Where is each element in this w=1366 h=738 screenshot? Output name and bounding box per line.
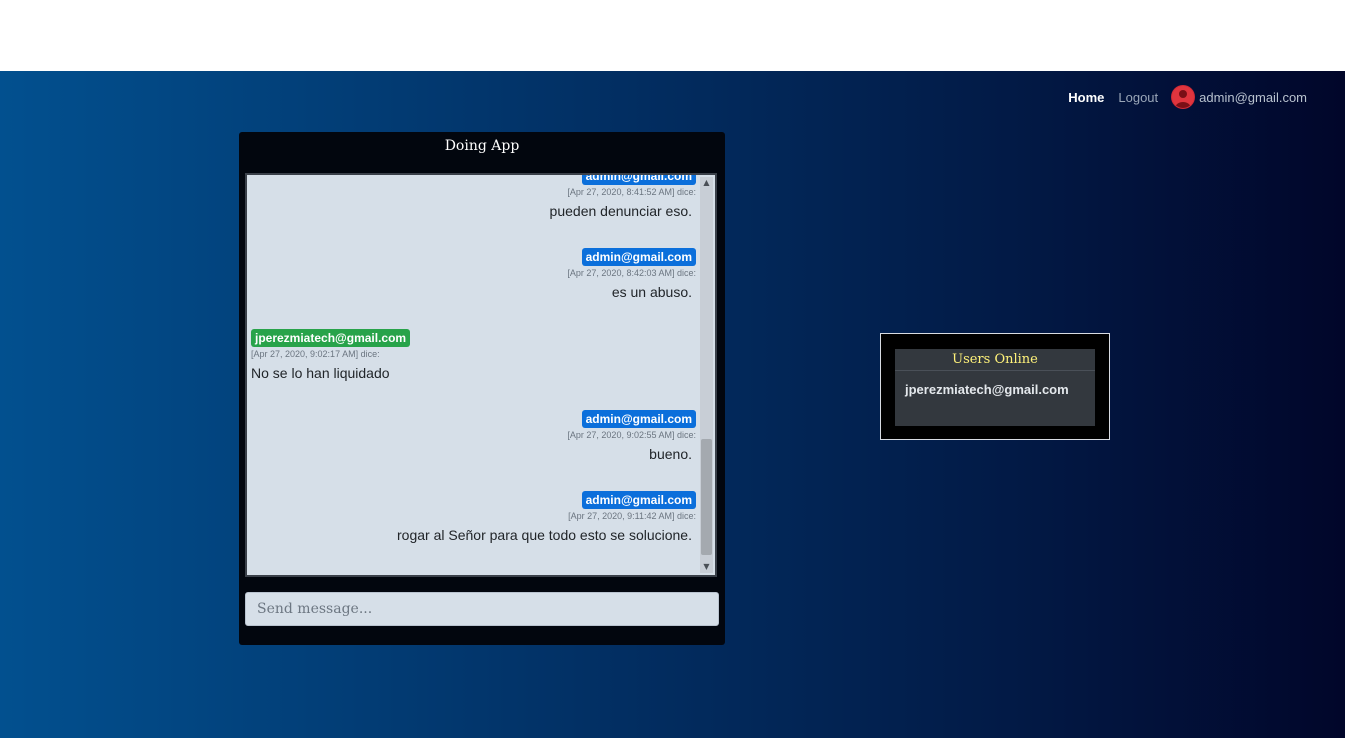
- nav-logout-link[interactable]: Logout: [1118, 90, 1158, 105]
- user-avatar-icon: [1172, 86, 1195, 108]
- message-timestamp: [Apr 27, 2020, 8:42:03 AM] dice:: [567, 268, 696, 278]
- nav-home-link[interactable]: Home: [1068, 90, 1104, 105]
- online-user-item: jperezmiatech@gmail.com: [905, 382, 1069, 397]
- top-nav: Home Logout admin@gmail.com: [1068, 86, 1307, 108]
- nav-user[interactable]: admin@gmail.com: [1172, 86, 1307, 108]
- message-text: es un abuso.: [611, 284, 692, 300]
- users-online-list: Users Online jperezmiatech@gmail.com: [895, 349, 1095, 426]
- message-timestamp: [Apr 27, 2020, 8:41:52 AM] dice:: [567, 187, 696, 197]
- message-text: bueno.: [649, 446, 692, 462]
- message-item: admin@gmail.com [Apr 27, 2020, 8:42:03 A…: [247, 248, 700, 329]
- message-item: admin@gmail.com [Apr 27, 2020, 9:11:42 A…: [247, 491, 700, 572]
- message-user-badge: admin@gmail.com: [581, 175, 696, 185]
- message-text: No se lo han liquidado: [251, 365, 390, 381]
- message-timestamp: [Apr 27, 2020, 9:02:17 AM] dice:: [251, 349, 380, 359]
- users-online-title: Users Online: [895, 349, 1095, 371]
- main-background: Home Logout admin@gmail.com Doing App ad…: [0, 71, 1345, 738]
- message-timestamp: [Apr 27, 2020, 9:11:42 AM] dice:: [568, 511, 696, 521]
- scroll-thumb[interactable]: [701, 439, 712, 555]
- message-stream: admin@gmail.com [Apr 27, 2020, 8:41:52 A…: [247, 175, 700, 572]
- message-text: pueden denunciar eso.: [549, 203, 692, 219]
- chat-title: Doing App: [444, 138, 520, 154]
- scroll-down-arrow-icon[interactable]: ▼: [700, 561, 713, 573]
- message-user-badge: jperezmiatech@gmail.com: [251, 329, 411, 347]
- send-message-input[interactable]: [245, 592, 719, 626]
- message-scrollbar[interactable]: ▲ ▼: [700, 177, 713, 573]
- message-item: jperezmiatech@gmail.com [Apr 27, 2020, 9…: [247, 329, 700, 410]
- message-item: admin@gmail.com [Apr 27, 2020, 9:02:55 A…: [247, 410, 700, 491]
- scroll-up-arrow-icon[interactable]: ▲: [700, 177, 713, 189]
- message-item: admin@gmail.com [Apr 27, 2020, 8:41:52 A…: [247, 175, 700, 248]
- message-text: rogar al Señor para que todo esto se sol…: [397, 527, 692, 543]
- message-user-badge: admin@gmail.com: [581, 491, 696, 509]
- message-user-badge: admin@gmail.com: [581, 410, 696, 428]
- chat-panel: Doing App admin@gmail.com [Apr 27, 2020,…: [239, 132, 725, 645]
- message-user-badge: admin@gmail.com: [581, 248, 696, 266]
- message-timestamp: [Apr 27, 2020, 9:02:55 AM] dice:: [567, 430, 696, 440]
- users-online-panel: Users Online jperezmiatech@gmail.com: [880, 333, 1110, 440]
- message-list[interactable]: admin@gmail.com [Apr 27, 2020, 8:41:52 A…: [245, 173, 717, 577]
- user-email: admin@gmail.com: [1199, 89, 1307, 105]
